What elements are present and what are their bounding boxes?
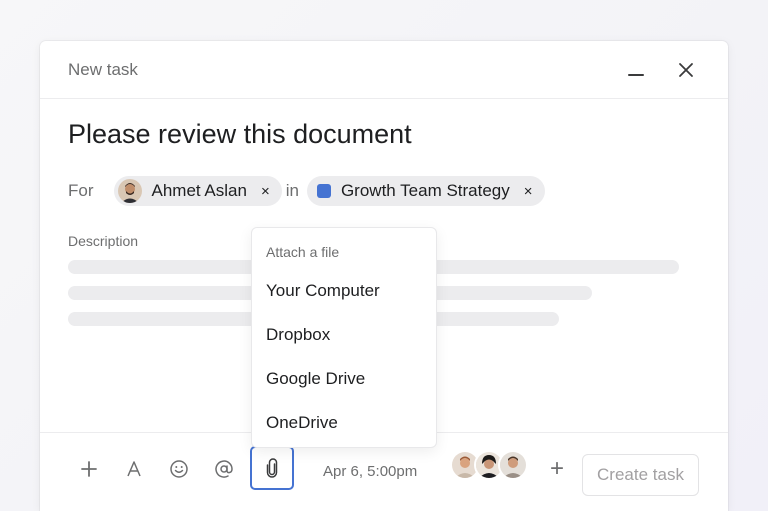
menu-item-dropbox[interactable]: Dropbox xyxy=(266,325,330,345)
mention-icon[interactable] xyxy=(209,454,239,484)
attach-file-menu: Attach a file Your Computer Dropbox Goog… xyxy=(251,227,437,448)
assignee-pill[interactable]: Ahmet Aslan × xyxy=(113,176,282,206)
in-label: in xyxy=(285,181,299,200)
dialog-header: New task xyxy=(40,41,728,99)
project-color-icon xyxy=(316,184,331,198)
menu-item-onedrive[interactable]: OneDrive xyxy=(266,413,338,433)
for-label: For xyxy=(68,181,94,200)
plus-icon[interactable] xyxy=(74,454,104,484)
project-pill[interactable]: Growth Team Strategy × xyxy=(306,176,545,206)
add-collaborator-button[interactable]: + xyxy=(542,454,572,484)
project-name: Growth Team Strategy xyxy=(340,181,510,200)
task-title-input[interactable]: Please review this document xyxy=(68,119,412,150)
close-icon[interactable] xyxy=(672,56,700,84)
paperclip-icon[interactable] xyxy=(250,446,294,490)
assignee-avatar xyxy=(117,179,142,203)
remove-project-icon[interactable]: × xyxy=(524,183,533,200)
remove-assignee-icon[interactable]: × xyxy=(261,183,270,200)
description-label: Description xyxy=(68,233,139,249)
menu-item-your-computer[interactable]: Your Computer xyxy=(266,281,380,301)
collaborators[interactable] xyxy=(450,450,528,480)
due-date[interactable]: Apr 6, 5:00pm xyxy=(323,463,417,480)
emoji-icon[interactable] xyxy=(164,454,194,484)
assignee-row: For Ahmet Aslan × in Growth Team Strateg… xyxy=(68,176,545,206)
dialog-title: New task xyxy=(68,59,138,79)
collaborator-avatar xyxy=(498,450,528,480)
minimize-icon[interactable] xyxy=(622,56,650,84)
attach-menu-header: Attach a file xyxy=(266,244,340,260)
create-task-button[interactable]: Create task xyxy=(582,454,699,496)
assignee-name: Ahmet Aslan xyxy=(151,181,247,200)
text-format-icon[interactable] xyxy=(119,454,149,484)
menu-item-google-drive[interactable]: Google Drive xyxy=(266,369,365,389)
